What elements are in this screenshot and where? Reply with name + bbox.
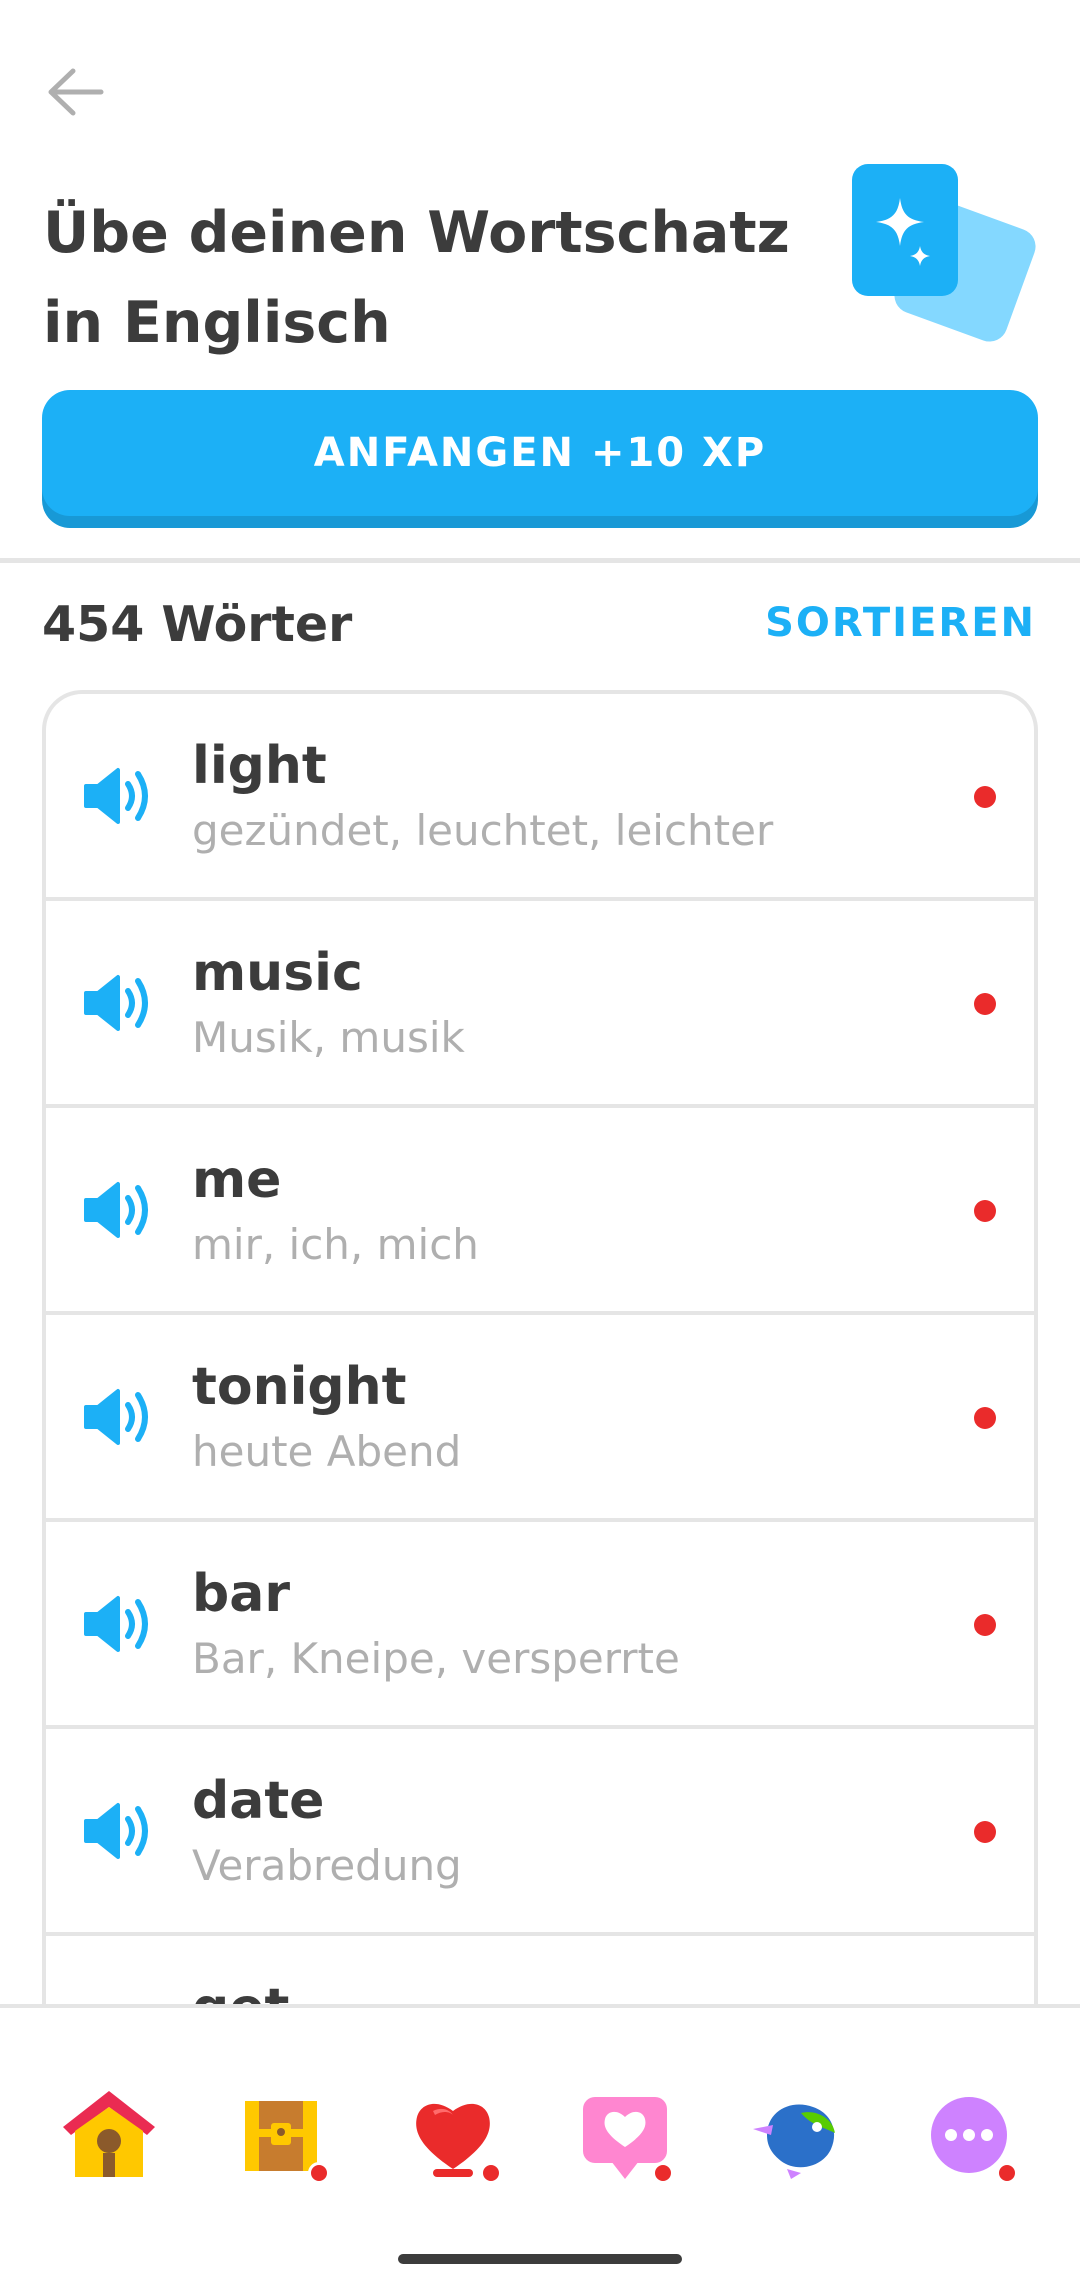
word-translation: mir, ich, mich: [192, 1220, 479, 1269]
list-item[interactable]: me mir, ich, mich: [46, 1108, 1034, 1315]
back-button[interactable]: [36, 52, 116, 132]
word-text: music: [192, 943, 363, 1003]
speaker-icon[interactable]: [82, 766, 154, 826]
list-item[interactable]: tonight heute Abend: [46, 1315, 1034, 1522]
start-practice-button[interactable]: ANFANGEN +10 XP: [42, 390, 1038, 516]
speaker-icon[interactable]: [82, 1594, 154, 1654]
list-item[interactable]: bar Bar, Kneipe, versperrte: [46, 1522, 1034, 1729]
vocabulary-practice-screen: Übe deinen Wortschatz in Englisch ANFANG…: [0, 0, 1080, 2292]
notification-badge: [480, 2162, 502, 2184]
section-divider: [0, 558, 1080, 563]
word-text: light: [192, 736, 327, 796]
new-word-dot: [974, 1407, 996, 1429]
speaker-icon[interactable]: [82, 1180, 154, 1240]
nav-character[interactable]: [742, 2080, 852, 2190]
list-item[interactable]: music Musik, musik: [46, 901, 1034, 1108]
word-translation: Musik, musik: [192, 1013, 465, 1062]
arrow-left-icon: [48, 68, 104, 116]
word-count-label: 454 Wörter: [42, 596, 353, 653]
speaker-icon[interactable]: [82, 1387, 154, 1447]
page-title: Übe deinen Wortschatz in Englisch: [43, 200, 790, 356]
new-word-dot: [974, 1614, 996, 1636]
speaker-icon[interactable]: [82, 973, 154, 1033]
new-word-dot: [974, 1200, 996, 1222]
bird-icon: [753, 2104, 835, 2179]
word-text: tonight: [192, 1357, 407, 1417]
word-text: me: [192, 1150, 282, 1210]
bottom-navigation: [0, 2004, 1080, 2292]
nav-leagues[interactable]: [398, 2080, 508, 2190]
word-translation: heute Abend: [192, 1427, 462, 1476]
speaker-icon[interactable]: [82, 1801, 154, 1861]
home-icon: [63, 2091, 155, 2177]
notification-badge: [652, 2162, 674, 2184]
home-indicator[interactable]: [398, 2254, 682, 2264]
word-text: date: [192, 1771, 325, 1831]
word-list: light gezündet, leuchtet, leichter music…: [42, 690, 1038, 2010]
sort-button[interactable]: SORTIEREN: [765, 600, 1036, 646]
nav-friends[interactable]: [570, 2080, 680, 2190]
new-word-dot: [974, 993, 996, 1015]
nav-chest[interactable]: [226, 2080, 336, 2190]
list-item[interactable]: date Verabredung: [46, 1729, 1034, 1936]
new-word-dot: [974, 786, 996, 808]
list-item[interactable]: light gezündet, leuchtet, leichter: [46, 694, 1034, 901]
word-translation: Verabredung: [192, 1841, 462, 1890]
list-item[interactable]: get: [46, 1936, 1034, 2010]
word-translation: gezündet, leuchtet, leichter: [192, 806, 774, 855]
word-translation: Bar, Kneipe, versperrte: [192, 1634, 680, 1683]
notification-badge: [308, 2162, 330, 2184]
nav-more[interactable]: [914, 2080, 1024, 2190]
new-word-dot: [974, 1821, 996, 1843]
sparkle-cards-icon: [848, 164, 1038, 354]
word-text: bar: [192, 1564, 290, 1624]
nav-home[interactable]: [54, 2080, 164, 2190]
notification-badge: [996, 2162, 1018, 2184]
